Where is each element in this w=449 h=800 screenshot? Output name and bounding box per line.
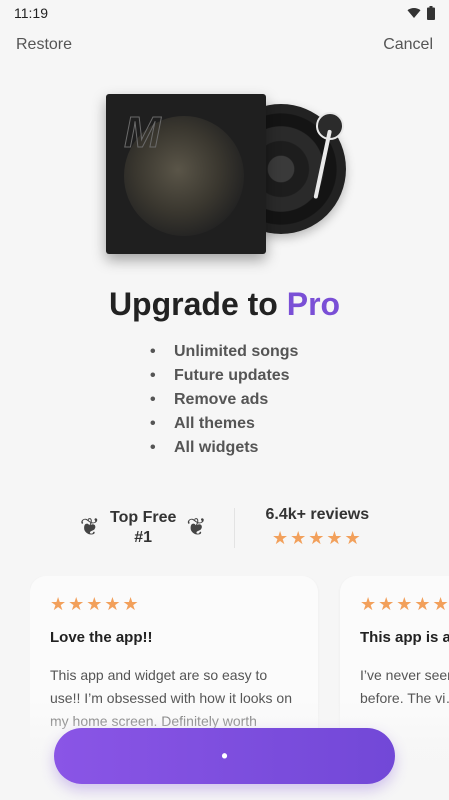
hero-artwork: M <box>106 94 346 258</box>
bullet-icon: • <box>150 343 156 360</box>
bullet-icon: • <box>150 415 156 432</box>
feature-item: • All themes <box>150 412 298 436</box>
title-highlight: Pro <box>286 286 341 322</box>
top-actions: Restore Cancel <box>0 36 449 54</box>
wifi-icon <box>407 7 421 18</box>
reviews-summary: 6.4k+ reviews ★★★★★ <box>235 506 369 549</box>
status-bar: 11:19 <box>0 0 449 26</box>
album-cover: M <box>106 94 266 254</box>
feature-label: Unlimited songs <box>174 343 299 360</box>
review-text: I’ve never seen something like this befo… <box>360 667 449 706</box>
review-title: Love the app!! <box>50 629 153 646</box>
star-rating: ★★★★★ <box>271 528 363 548</box>
bullet-icon: • <box>150 439 156 456</box>
purchase-button-label: • <box>221 745 228 766</box>
page-title: Upgrade to Pro <box>0 286 449 323</box>
rank-line2: #1 <box>134 528 153 546</box>
laurel-right-icon: ❦ <box>186 514 207 541</box>
feature-label: All widgets <box>174 439 259 456</box>
review-stars: ★★★★★ <box>360 594 449 614</box>
feature-label: Future updates <box>174 367 290 384</box>
cancel-button[interactable]: Cancel <box>383 36 433 54</box>
rank-line1: Top Free <box>109 508 177 526</box>
bullet-icon: • <box>150 391 156 408</box>
restore-button[interactable]: Restore <box>16 36 72 54</box>
feature-list: • Unlimited songs • Future updates • Remove… <box>150 340 298 460</box>
review-stars: ★★★★★ <box>50 594 141 614</box>
purchase-button[interactable]: • <box>54 728 395 784</box>
stats-row: ❦ Top Free #1 ❦ 6.4k+ reviews ★★★★★ <box>0 506 449 549</box>
status-icons <box>407 6 435 20</box>
feature-item: • Unlimited songs <box>150 340 298 364</box>
feature-item: • Remove ads <box>150 388 298 412</box>
feature-item: • All widgets <box>150 436 298 460</box>
feature-label: All themes <box>174 415 255 432</box>
feature-label: Remove ads <box>174 391 269 408</box>
reviews-count: 6.4k+ reviews <box>265 506 370 523</box>
rank-label: Top Free #1 <box>110 508 176 548</box>
title-prefix: Upgrade to <box>108 286 278 322</box>
review-text: This app and widget are so easy to use!!… <box>50 667 293 729</box>
rank-badge: ❦ Top Free #1 ❦ <box>79 507 236 548</box>
status-time: 11:19 <box>14 5 48 21</box>
feature-item: • Future updates <box>150 364 298 388</box>
battery-icon <box>427 6 435 20</box>
album-monogram: M <box>124 108 162 158</box>
review-title: This app is a <box>360 629 449 646</box>
bullet-icon: • <box>150 367 156 384</box>
laurel-left-icon: ❦ <box>79 514 100 541</box>
